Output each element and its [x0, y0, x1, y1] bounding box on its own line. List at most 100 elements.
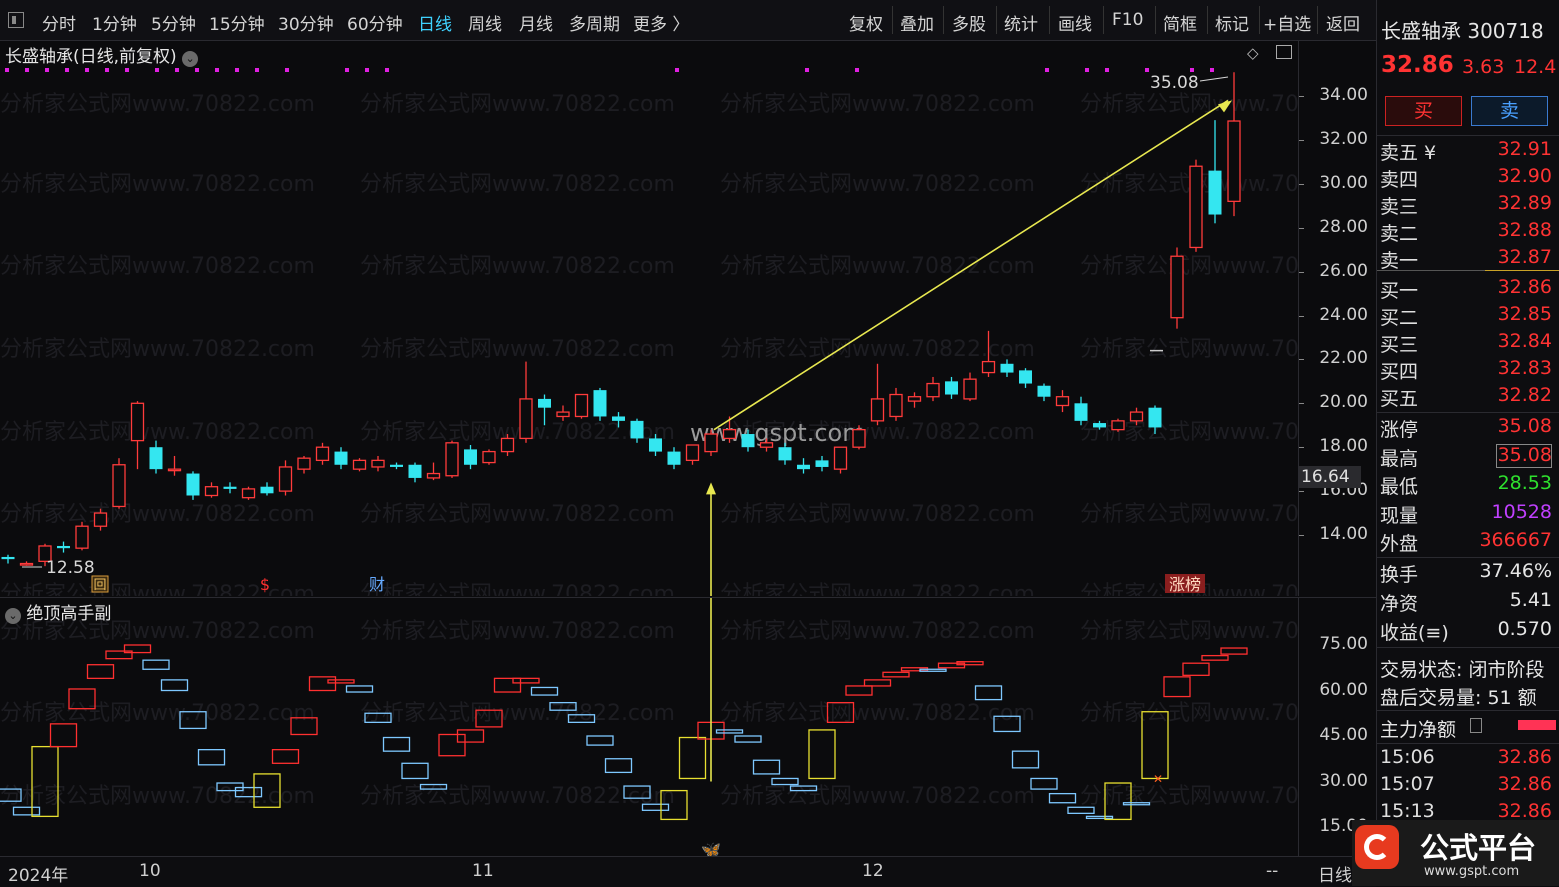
price-tick-mark [1299, 139, 1304, 141]
list-icon[interactable] [1470, 718, 1482, 733]
watermark-text: 分析家公式网www.70822.com [360, 701, 675, 726]
period-15min[interactable]: 15分钟 [209, 10, 265, 35]
price-tick-label: 34.00 [1319, 85, 1368, 105]
price-tick-label: 26.00 [1319, 260, 1368, 281]
indicator-bar [974, 685, 1003, 701]
diamond-icon[interactable]: ◇ [1247, 44, 1259, 62]
candle-body [167, 468, 182, 472]
event-marker-back-text: 回 [93, 578, 106, 593]
candle-body [963, 378, 977, 400]
buy-button[interactable]: 买 [1385, 96, 1462, 126]
sell-button[interactable]: 卖 [1471, 96, 1548, 126]
mark-button[interactable]: 标记 [1215, 10, 1249, 35]
candle-body [722, 428, 737, 440]
draw-line-button[interactable]: 画线 [1058, 10, 1092, 35]
high-label-leader [1199, 76, 1229, 82]
indicator-title: ⌄ 绝顶高手副 [5, 599, 111, 624]
candle-body [797, 464, 810, 470]
watermark-text: 分析家公式网www.70822.com [1080, 701, 1298, 726]
indicator-bar [715, 729, 744, 734]
restore-rights-button[interactable]: 复权 [849, 10, 883, 35]
indicator-bar [845, 685, 873, 696]
period-multi[interactable]: 多周期 [569, 10, 620, 35]
menu-toggle-icon[interactable] [8, 12, 24, 28]
date-dec: 12 [862, 861, 884, 881]
indicator-tick-label: 60.00 [1319, 679, 1368, 700]
net-flow-bar [1518, 720, 1556, 730]
bid-level-value: 32.82 [1497, 384, 1552, 406]
candle-body [426, 472, 441, 479]
indicator-bar [401, 762, 429, 780]
candlestick-chart[interactable]: 分析家公式网www.70822.com 分析家公式网www.70822.com 分析… [0, 41, 1298, 596]
tick-trade-value: 32.86 [1497, 773, 1552, 795]
watermark-text: 分析家公式网www.70822.com [360, 254, 675, 279]
candle-body [519, 398, 533, 440]
quote-stat2-row: 换手 37.46% [1377, 560, 1552, 587]
period-5min[interactable]: 5分钟 [151, 10, 196, 35]
signal-dot [45, 68, 49, 72]
watermark-text: 分析家公式网www.70822.com [720, 701, 1035, 726]
butterfly-signal-icon: 🦋 [701, 840, 721, 856]
period-weekly[interactable]: 周线 [468, 10, 502, 35]
period-1min[interactable]: 1分钟 [92, 10, 137, 35]
watermark-text: 分析家公式网www.70822.com [360, 337, 675, 362]
candle-body [19, 562, 34, 566]
low-price-label: 12.58 [46, 558, 95, 578]
candle-body [556, 411, 570, 418]
candle-body [1019, 370, 1032, 384]
quote-stat-row: 现量 10528 [1377, 501, 1552, 528]
date-period-label: 日线 [1318, 866, 1352, 886]
watermark-text: 分析家公式网www.70822.com [720, 619, 1035, 644]
candle-body [870, 398, 885, 422]
indicator-bar [1011, 750, 1040, 769]
overlay-button[interactable]: 叠加 [900, 10, 934, 35]
main-chart-area[interactable]: 分析家公式网www.70822.com 分析家公式网www.70822.com 分析… [0, 41, 1298, 596]
period-30min[interactable]: 30分钟 [278, 10, 334, 35]
chevron-down-icon[interactable]: ⌄ [5, 608, 21, 624]
watermark-text: 分析家公式网www.70822.com [1080, 337, 1298, 362]
period-60min[interactable]: 60分钟 [347, 10, 403, 35]
period-more[interactable]: 更多 〉 [633, 10, 689, 35]
price-change: 3.63 [1462, 56, 1505, 78]
add-watchlist-button[interactable]: +自选 [1263, 10, 1311, 35]
ask-level-row: 卖四 32.90 [1377, 165, 1552, 192]
watermark-text: 分析家公式网www.70822.com [360, 784, 675, 809]
watermark-text: 分析家公式网www.70822.com [0, 420, 315, 445]
indicator-chart-area[interactable]: 分析家公式网www.70822.com 分析家公式网www.70822.com 分析… [0, 597, 1298, 856]
period-monthly[interactable]: 月线 [519, 10, 553, 35]
indicator-bar [456, 729, 485, 743]
watermark-text: 分析家公式网www.70822.com [360, 172, 675, 197]
candle-body [1170, 255, 1184, 319]
candle-body [408, 464, 422, 478]
price-tick-label: 14.00 [1319, 524, 1368, 544]
indicator-chart[interactable]: 分析家公式网www.70822.com 分析家公式网www.70822.com 分析… [0, 598, 1298, 856]
price-tick-mark [1299, 447, 1304, 449]
watermark-text: 分析家公式网www.70822.com [1080, 172, 1298, 197]
signal-dot [125, 68, 129, 72]
watermark-text: 分析家公式网www.70822.com [360, 619, 675, 644]
chevron-down-icon[interactable]: ⌄ [182, 51, 199, 67]
candle-body [464, 449, 477, 465]
indicator-bar [808, 729, 836, 780]
bid-level-label: 买四 [1380, 361, 1419, 383]
bid-level-value: 32.84 [1497, 330, 1552, 352]
back-button[interactable]: 返回 [1326, 10, 1360, 35]
tick-trade-label: 15:13 [1380, 800, 1435, 822]
candle-body [57, 545, 70, 549]
panel-toggle-icon[interactable] [1276, 45, 1292, 59]
period-daily[interactable]: 日线 [418, 10, 452, 35]
after-hours-volume: 盘后交易量: 51 额 [1380, 687, 1537, 709]
event-marker-limitup: 涨榜 [1169, 575, 1201, 594]
candle-body [1189, 165, 1203, 249]
period-fenshi[interactable]: 分时 [42, 10, 76, 35]
multi-stock-button[interactable]: 多股 [952, 10, 986, 35]
candle-body [1227, 120, 1241, 203]
ask-level-value: 32.89 [1497, 192, 1552, 214]
candle-body [759, 442, 774, 448]
signal-dot [1105, 68, 1109, 72]
quote-stat-row: 最低 28.53 [1377, 472, 1552, 499]
f10-button[interactable]: F10 [1112, 10, 1143, 30]
statistics-button[interactable]: 统计 [1004, 10, 1038, 35]
bid-level-value: 32.83 [1497, 357, 1552, 379]
simple-frame-button[interactable]: 简框 [1163, 10, 1197, 35]
